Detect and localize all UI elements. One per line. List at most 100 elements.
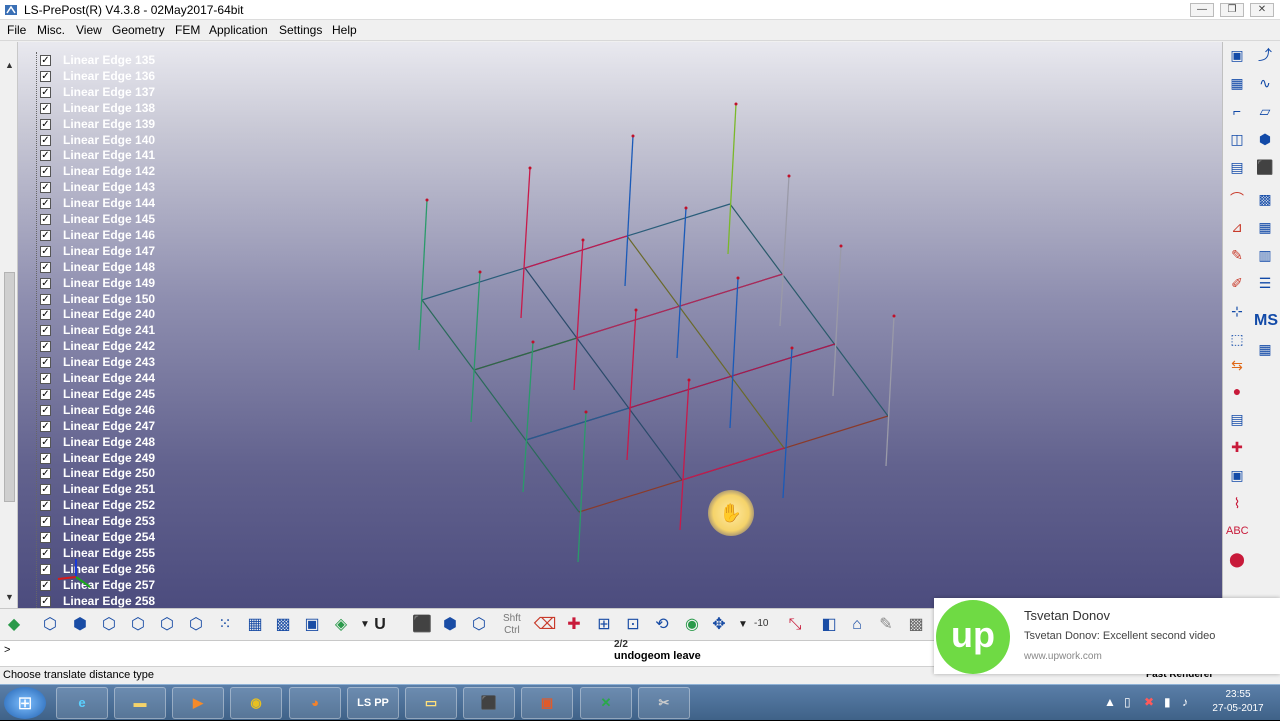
move-icon[interactable]: ✥ bbox=[707, 613, 731, 637]
notification-title: Tsvetan Donov bbox=[1024, 608, 1110, 623]
right-toolbar: ▣ ⤴ ▦ ∿ ⌐ ▱ ◫ ⬢ ▤ ⬛ ⌒ ▩ ⊿ ▦ ✎ ▥ ✐ ☰ ⊹ MS… bbox=[1222, 42, 1280, 598]
feature-cube-icon[interactable]: ⬡ bbox=[126, 613, 150, 637]
start-button-icon[interactable]: ⊞ bbox=[4, 687, 46, 719]
menu-view[interactable]: View bbox=[76, 23, 102, 37]
zoom-box-icon[interactable]: ⊞ bbox=[592, 613, 616, 637]
cubes-icon[interactable]: ▣ bbox=[1226, 464, 1248, 486]
measure-icon[interactable]: ⊿ bbox=[1226, 216, 1248, 238]
annotate-icon[interactable]: ⌇ bbox=[1226, 492, 1248, 514]
explorer-icon[interactable]: ▬ bbox=[114, 687, 166, 719]
wire-cube-icon[interactable]: ⬡ bbox=[38, 613, 62, 637]
close-button[interactable]: ✕ bbox=[1250, 3, 1274, 17]
balls-icon[interactable]: ⬤ bbox=[1226, 548, 1248, 570]
shaded-cube-icon[interactable]: ⬢ bbox=[68, 613, 92, 637]
wireframe-model bbox=[418, 102, 896, 563]
fillet-icon[interactable]: ⌒ bbox=[1226, 188, 1248, 210]
outline-cube-icon[interactable]: ⬡ bbox=[184, 613, 208, 637]
iso-view-icon[interactable]: ⬛ bbox=[410, 613, 434, 637]
spheres-icon[interactable]: ● bbox=[1226, 380, 1248, 402]
snipping-tool-icon[interactable]: ✂ bbox=[638, 687, 690, 719]
hidden-cube-icon[interactable]: ⬡ bbox=[97, 613, 121, 637]
view-cube-icon[interactable]: ⬡ bbox=[467, 613, 491, 637]
cube-grid-icon[interactable]: ▦ bbox=[1254, 338, 1276, 360]
line-icon[interactable]: ⌐ bbox=[1226, 100, 1248, 122]
scroll-thumb[interactable] bbox=[4, 272, 15, 502]
menu-fem[interactable]: FEM bbox=[175, 23, 200, 37]
firefox-icon[interactable]: ◕ bbox=[289, 687, 341, 719]
menu-file[interactable]: File bbox=[7, 23, 26, 37]
presentation-icon[interactable]: ▣ bbox=[521, 687, 573, 719]
ms-label[interactable]: MS bbox=[1254, 310, 1278, 332]
data-table-icon[interactable]: ▤ bbox=[1226, 408, 1248, 430]
grid-cube-icon[interactable]: ▩ bbox=[271, 613, 295, 637]
plane-icon[interactable]: ▱ bbox=[1254, 100, 1276, 122]
box-icon[interactable]: ⬚ bbox=[1226, 328, 1248, 350]
frame-cube-icon[interactable]: ▣ bbox=[300, 613, 324, 637]
rotation-step-value[interactable]: -10 bbox=[754, 618, 768, 629]
dots-cube-icon[interactable]: ⁙ bbox=[213, 613, 237, 637]
shell-icon[interactable]: ▤ bbox=[1226, 156, 1248, 178]
checker-icon[interactable]: ▩ bbox=[904, 613, 928, 637]
plus-icon[interactable]: ✚ bbox=[1226, 436, 1248, 458]
table-icon[interactable]: ▥ bbox=[1254, 244, 1276, 266]
menu-misc[interactable]: Misc. bbox=[37, 23, 65, 37]
fringe-icon[interactable]: ◈ bbox=[329, 613, 353, 637]
render-mode-icon[interactable]: ◆ bbox=[2, 613, 26, 637]
device-icon[interactable]: ▯ bbox=[1124, 695, 1131, 709]
minimize-button[interactable]: — bbox=[1190, 3, 1214, 17]
menu-settings[interactable]: Settings bbox=[279, 23, 322, 37]
ie-icon[interactable]: e bbox=[56, 687, 108, 719]
abc-label[interactable]: ABC bbox=[1226, 520, 1249, 542]
part-icon[interactable]: ◧ bbox=[817, 613, 841, 637]
clock[interactable]: 23:55 27-05-2017 bbox=[1200, 688, 1276, 716]
curve-icon[interactable]: ⤴ bbox=[1254, 44, 1276, 66]
spline-icon[interactable]: ∿ bbox=[1254, 72, 1276, 94]
solid-icon[interactable]: ⬢ bbox=[1254, 128, 1276, 150]
pencil-icon[interactable]: ✎ bbox=[874, 613, 898, 637]
lsprepost-task[interactable]: LS PP bbox=[347, 687, 399, 719]
upwork-notification[interactable]: up Tsvetan Donov Tsvetan Donov: Excellen… bbox=[934, 598, 1280, 674]
new-part-icon[interactable]: ▣ bbox=[1226, 44, 1248, 66]
zoom-fit-icon[interactable]: ⊡ bbox=[621, 613, 645, 637]
globe-icon[interactable]: ◉ bbox=[680, 613, 704, 637]
top-view-icon[interactable]: ⬢ bbox=[438, 613, 462, 637]
transfer-icon[interactable]: ⇆ bbox=[1226, 354, 1248, 376]
graphics-viewport[interactable]: ✓ Linear Edge 135 ✓ Linear Edge 136 ✓ Linear … bbox=[18, 42, 1222, 608]
menu-geometry[interactable]: Geometry bbox=[112, 23, 165, 37]
geometry-tool-icon[interactable]: ⬛ bbox=[1254, 156, 1276, 178]
pdf-icon[interactable]: ⬛ bbox=[463, 687, 515, 719]
grid-icon[interactable]: ▦ bbox=[1254, 216, 1276, 238]
upwork-logo-icon: up bbox=[936, 600, 1010, 674]
angle-dropdown-icon[interactable]: ▼ bbox=[731, 613, 755, 637]
list-icon[interactable]: ☰ bbox=[1254, 272, 1276, 294]
mesh-icon[interactable]: ▩ bbox=[1254, 188, 1276, 210]
excel-icon[interactable]: ✕ bbox=[580, 687, 632, 719]
mesh-cube-icon[interactable]: ▦ bbox=[243, 613, 267, 637]
media-player-icon[interactable]: ▶ bbox=[172, 687, 224, 719]
scroll-down-arrow-icon[interactable]: ▼ bbox=[3, 592, 16, 603]
axes-icon[interactable]: ⤡ bbox=[783, 613, 807, 637]
eraser-icon[interactable]: ⌫ bbox=[533, 613, 557, 637]
node-icon[interactable]: ⊹ bbox=[1226, 300, 1248, 322]
edit-icon[interactable]: ✎ bbox=[1226, 244, 1248, 266]
menu-application[interactable]: Application bbox=[209, 23, 268, 37]
block-icon[interactable]: ▦ bbox=[1226, 72, 1248, 94]
network-icon[interactable]: ✖ bbox=[1144, 695, 1154, 709]
title-bar: LS-PrePost(R) V4.3.8 - 02May2017-64bit —… bbox=[0, 0, 1280, 20]
menu-help[interactable]: Help bbox=[332, 23, 357, 37]
restore-button[interactable]: ❐ bbox=[1220, 3, 1244, 17]
volume-icon[interactable]: ♪ bbox=[1182, 695, 1188, 709]
rotate-icon[interactable]: ⟲ bbox=[650, 613, 674, 637]
tree-scrollbar[interactable]: ▲ ▼ bbox=[0, 42, 18, 608]
folder-icon[interactable]: ▭ bbox=[405, 687, 457, 719]
chrome-icon[interactable]: ◉ bbox=[230, 687, 282, 719]
tray-arrow-icon[interactable]: ▲ bbox=[1104, 695, 1116, 709]
pen-icon[interactable]: ✐ bbox=[1226, 272, 1248, 294]
house-icon[interactable]: ⌂ bbox=[845, 613, 869, 637]
edge-cube-icon[interactable]: ⬡ bbox=[155, 613, 179, 637]
translate-icon[interactable]: ✚ bbox=[562, 613, 586, 637]
signal-icon[interactable]: ▮ bbox=[1164, 695, 1171, 709]
scroll-up-arrow-icon[interactable]: ▲ bbox=[3, 60, 16, 71]
u-label[interactable]: U bbox=[368, 613, 392, 637]
surface-icon[interactable]: ◫ bbox=[1226, 128, 1248, 150]
